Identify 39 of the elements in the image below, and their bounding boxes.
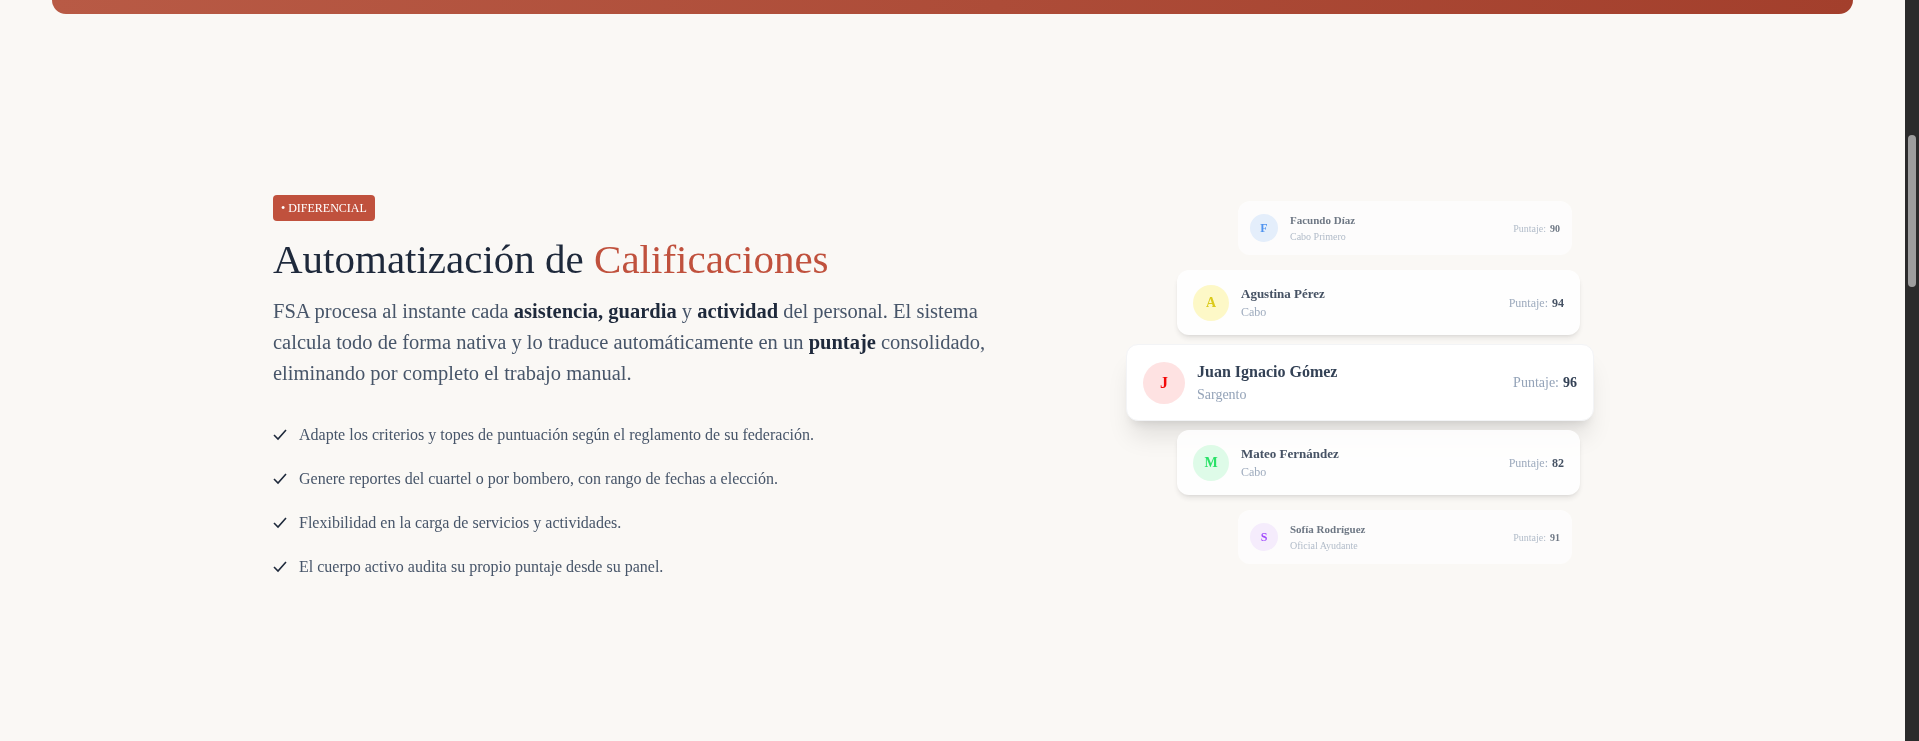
avatar: M [1193, 444, 1229, 481]
check-icon [273, 561, 287, 574]
person-rank: Cabo Primero [1290, 229, 1347, 244]
avatar: S [1250, 523, 1278, 551]
person-rank: Sargento [1197, 386, 1248, 404]
person-name: Agustina Pérez [1241, 284, 1326, 303]
feature-text: Adapte los criterios y topes de puntuación según el reglamento de su federación. [299, 425, 814, 446]
score-label: Puntaje: [1508, 294, 1548, 312]
feature-text: El cuerpo activo audita su propio puntaje desde su panel. [299, 557, 664, 578]
score-value: 90 [1550, 221, 1560, 236]
person-rank: Cabo [1241, 304, 1268, 322]
heading-text: Automatización de [273, 236, 584, 282]
person-name: Mateo Fernández [1241, 444, 1340, 463]
person-rank: Oficial Ayudante [1290, 538, 1359, 553]
section-badge: • DIFERENCIAL [273, 195, 375, 221]
score-value: 96 [1563, 374, 1577, 392]
score-value: 94 [1552, 294, 1564, 312]
check-icon [273, 517, 287, 530]
person-name: Sofía Rodríguez [1290, 522, 1367, 538]
avatar: F [1250, 214, 1278, 242]
person-rank: Cabo [1241, 464, 1268, 482]
person-name: Juan Ignacio Gómez [1197, 362, 1339, 383]
heading-accent-text: Calificaciones [594, 236, 829, 282]
feature-text: Genere reportes del cuartel o por bombero, con rango de fechas a elección. [299, 469, 778, 490]
score-label: Puntaje: [1513, 530, 1546, 545]
score-label: Puntaje: [1513, 374, 1559, 392]
scrollbar-thumb[interactable] [1908, 135, 1916, 287]
avatar: J [1143, 361, 1185, 404]
score-value: 91 [1550, 530, 1560, 545]
score-label: Puntaje: [1513, 221, 1546, 236]
person-name: Facundo Díaz [1290, 213, 1357, 229]
scrollbar[interactable] [1905, 0, 1919, 741]
feature-text: Flexibilidad en la carga de servicios y actividades. [299, 513, 622, 534]
check-icon [273, 473, 287, 486]
score-value: 82 [1552, 454, 1564, 472]
description-text: FSA procesa al instante cada asistencia, guardia y actividad del personal. El sistema calcula todo de forma nativa y lo traduce automáticamente en un puntaje consolidado, eliminando por completo el trabajo manual. [273, 299, 987, 387]
check-icon [273, 429, 287, 442]
avatar: A [1193, 284, 1229, 321]
score-label: Puntaje: [1508, 454, 1548, 472]
